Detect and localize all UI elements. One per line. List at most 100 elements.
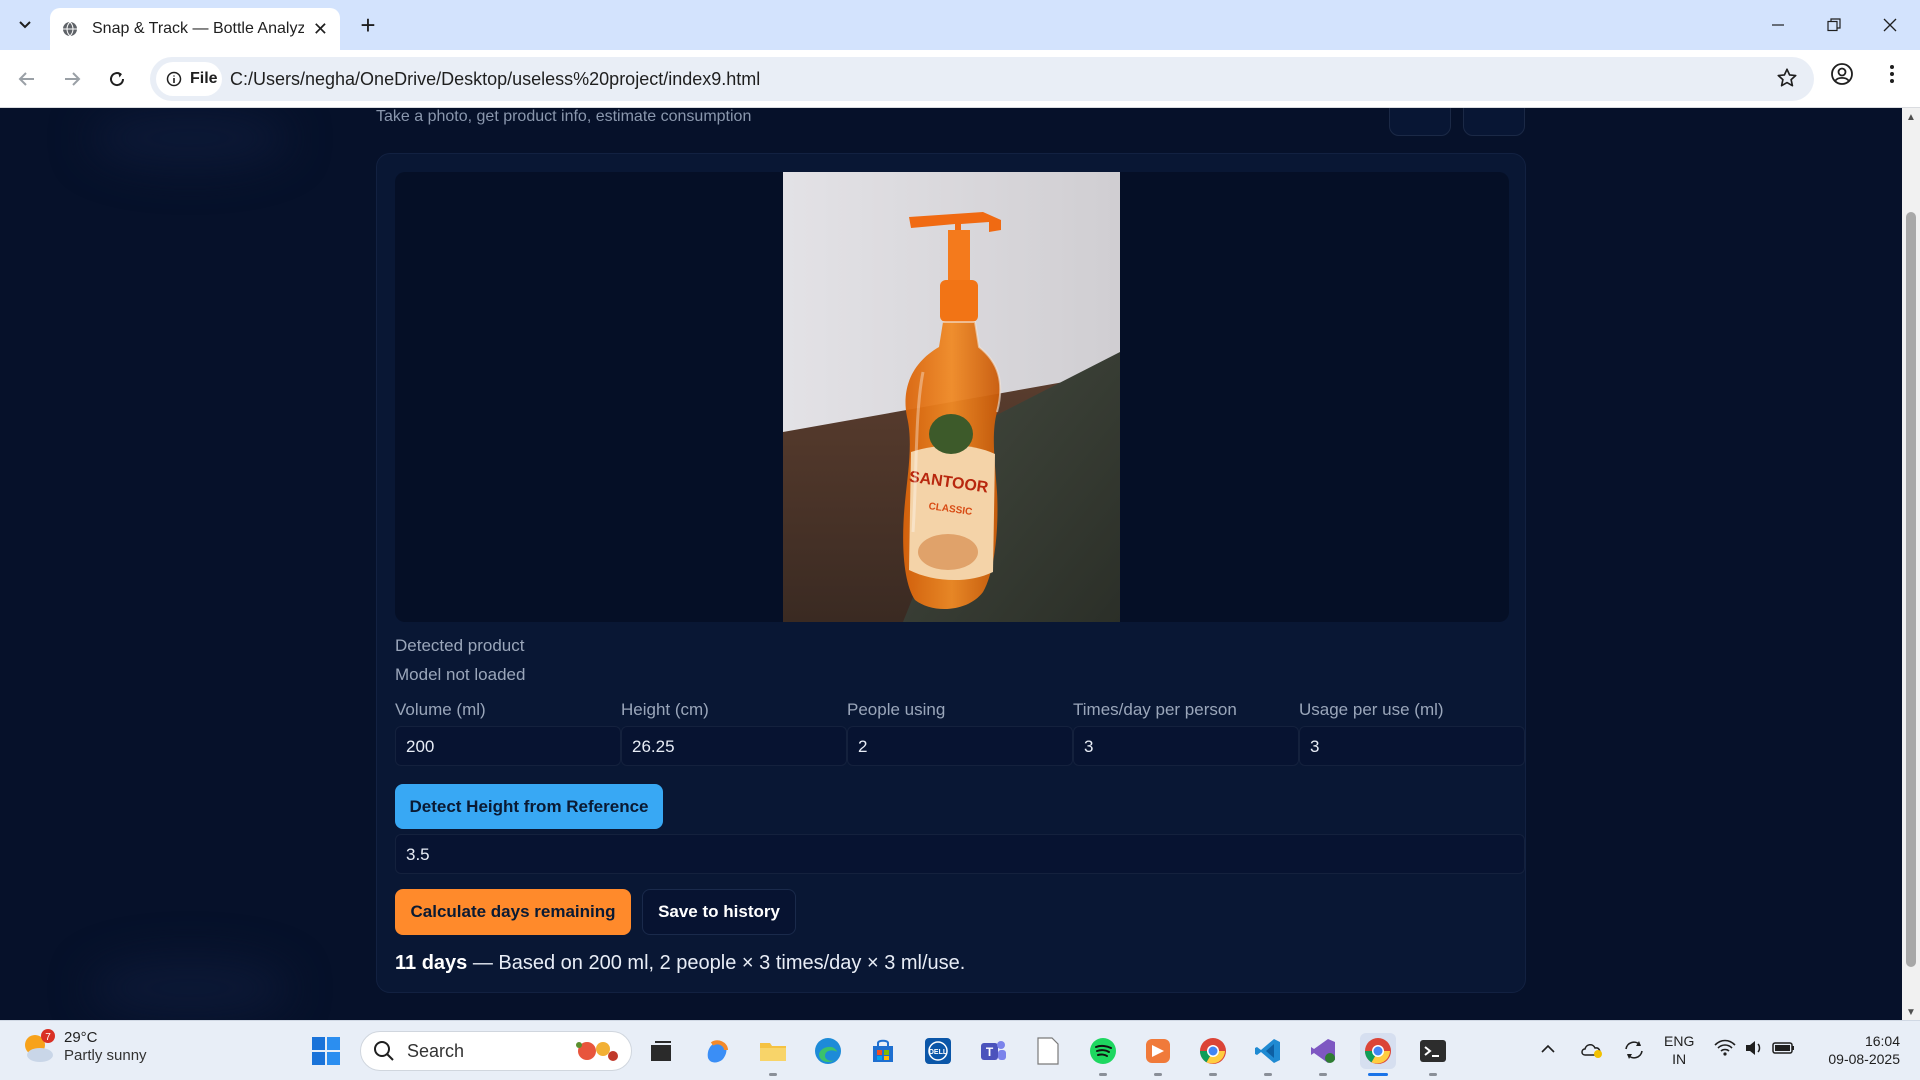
taskbar: 7 29°C Partly sunny Search DELL T ENG IN… [0,1020,1920,1080]
new-tab-button[interactable]: + [352,9,384,41]
browser-tab[interactable]: Snap & Track — Bottle Analyzer ✕ [50,8,340,50]
clock-time: 16:04 [1864,1033,1900,1049]
chrome-icon [1364,1038,1391,1064]
terminal-icon [1420,1040,1446,1062]
reload-icon [110,72,125,87]
start-button[interactable] [308,1033,344,1069]
profile-button[interactable] [1830,62,1854,91]
running-indicator [1319,1073,1327,1076]
weather-widget[interactable]: 7 29°C Partly sunny [20,1029,147,1065]
search-highlight-icon [576,1042,618,1061]
scroll-up-icon[interactable]: ▲ [1906,112,1916,123]
teams-button[interactable]: T [975,1033,1011,1069]
arrow-left-icon [18,72,34,86]
weather-sun-cloud-icon: 7 [25,1029,55,1062]
notepad-button[interactable] [1030,1033,1066,1069]
info-icon [166,71,182,87]
edge-icon [815,1038,841,1064]
bottle-photo: SANTOOR CLASSIC [783,172,1120,622]
show-hidden-icons-button[interactable] [1540,1041,1556,1061]
clock[interactable]: 16:04 09-08-2025 [1816,1032,1900,1068]
document-icon [1037,1037,1059,1065]
scroll-down-icon[interactable]: ▼ [1906,1007,1916,1018]
globe-icon [63,21,77,37]
detect-height-button[interactable]: Detect Height from Reference [395,784,663,829]
search-placeholder: Search [407,1040,465,1061]
volume-icon [1745,1041,1761,1055]
terminal-button[interactable] [1415,1033,1451,1069]
sync-icon [1625,1041,1643,1059]
detected-product-value: Model not loaded [395,665,526,684]
forward-button[interactable] [55,62,89,96]
windows-icon [312,1037,340,1065]
browser-toolbar: File C:/Users/negha/OneDrive/Desktop/use… [0,50,1920,108]
back-button[interactable] [10,62,44,96]
file-chip-label: File [190,70,218,87]
close-tab-icon[interactable]: ✕ [313,19,328,40]
chrome-active-button[interactable] [1360,1033,1396,1069]
address-bar[interactable]: File C:/Users/negha/OneDrive/Desktop/use… [150,57,1814,101]
save-history-button[interactable]: Save to history [642,889,796,935]
folder-icon [760,1043,786,1061]
scrollbar-thumb[interactable] [1906,212,1916,967]
detected-product-label: Detected product [395,636,525,655]
volume-label: Volume (ml) [395,700,486,719]
file-explorer-button[interactable] [755,1033,791,1069]
copilot-icon [707,1040,728,1063]
result-days: 11 days [395,952,468,974]
header-icon-button[interactable] [1389,108,1451,136]
site-info-chip[interactable]: File [156,62,222,96]
height-input[interactable]: 26.25 [621,726,847,766]
tab-search-button[interactable] [8,9,42,41]
chrome-button[interactable] [1195,1033,1231,1069]
url-text[interactable]: C:/Users/negha/OneDrive/Desktop/useless%… [230,69,760,90]
reference-height-input[interactable]: 3.5 [395,834,1525,874]
close-window-button[interactable] [1862,0,1918,50]
result-detail: — Based on 200 ml, 2 people × 3 times/da… [467,952,966,974]
vscode-button[interactable] [1250,1033,1286,1069]
taskbar-search[interactable]: Search [360,1031,632,1071]
analyzer-card: SANTOOR CLASSIC Detected product Model n… [376,153,1526,993]
language-indicator[interactable]: ENG IN [1664,1032,1694,1068]
background-glow [90,108,290,168]
restore-button[interactable] [1806,0,1862,50]
svg-text:T: T [986,1045,994,1059]
times-per-day-input[interactable]: 3 [1073,726,1299,766]
photo-preview: SANTOOR CLASSIC [395,172,1509,622]
network-volume-battery[interactable] [1714,1039,1796,1061]
tab-title: Snap & Track — Bottle Analyzer [92,20,304,37]
edge-button[interactable] [810,1033,846,1069]
page-viewport: Take a photo, get product info, estimate… [0,108,1902,1020]
language-code: ENG [1664,1033,1695,1049]
header-icon-button[interactable] [1463,108,1525,136]
svg-text:DELL: DELL [929,1049,948,1056]
region-code: IN [1672,1051,1687,1067]
store-icon [873,1039,893,1062]
browser-menu-button[interactable] [1880,62,1904,91]
sync-tray-icon[interactable] [1622,1039,1646,1065]
reload-button[interactable] [100,62,134,96]
orange-app-icon [1146,1039,1170,1063]
volume-input[interactable]: 200 [395,726,621,766]
task-view-button[interactable] [643,1033,679,1069]
people-input[interactable]: 2 [847,726,1073,766]
store-button[interactable] [865,1033,901,1069]
usage-per-use-input[interactable]: 3 [1299,726,1525,766]
task-view-icon [651,1041,671,1061]
dell-button[interactable]: DELL [920,1033,956,1069]
running-indicator [1099,1073,1107,1076]
page-scrollbar[interactable]: ▲ ▼ [1902,108,1920,1020]
bookmark-button[interactable] [1776,67,1798,94]
people-label: People using [847,700,946,719]
calculate-days-button[interactable]: Calculate days remaining [395,889,631,935]
minimize-button[interactable] [1750,0,1806,50]
app-button[interactable] [1140,1033,1176,1069]
visual-studio-button[interactable] [1305,1033,1341,1069]
spotify-button[interactable] [1085,1033,1121,1069]
temperature: 29°C [64,1029,98,1046]
copilot-button[interactable] [699,1033,735,1069]
result-text: 11 days — Based on 200 ml, 2 people × 3 … [395,952,965,975]
dell-icon: DELL [925,1038,951,1064]
teams-icon: T [981,1041,1006,1060]
onedrive-tray-icon[interactable] [1580,1039,1604,1063]
